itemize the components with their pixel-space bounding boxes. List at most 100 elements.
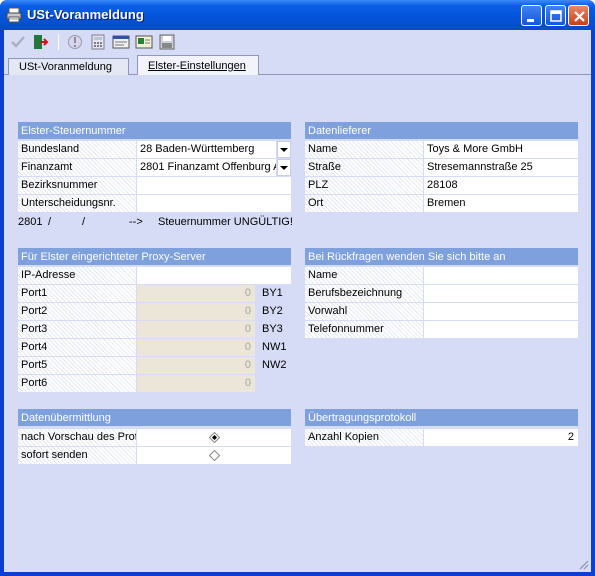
chevron-down-icon [280, 166, 288, 170]
port2-input: 0 [137, 303, 255, 320]
port2-label: Port2 [18, 303, 136, 320]
lieferer-name-label: Name [305, 141, 423, 158]
vorwahl-label: Vorwahl [305, 303, 423, 320]
port4-input: 0 [137, 339, 255, 356]
finanzamt-row: Finanzamt 2801 Finanzamt Offenburg Außen… [18, 159, 291, 177]
bundesland-row: Bundesland 28 Baden-Württemberg [18, 141, 291, 159]
bezirksnummer-input[interactable] [137, 177, 291, 194]
port3-input: 0 [137, 321, 255, 338]
vorwahl-input[interactable] [424, 303, 578, 320]
tab-label: USt-Voranmeldung [19, 61, 112, 73]
tab-bar: USt-Voranmeldung Elster-Einstellungen [4, 55, 591, 76]
lieferer-name-row: Name Toys & More GmbH [305, 141, 578, 159]
port6-input: 0 [137, 375, 255, 392]
toolbar [4, 30, 591, 54]
resize-grip-icon[interactable] [577, 558, 589, 570]
steuernummer-status: Steuernummer UNGÜLTIG! [158, 216, 293, 228]
port3-code: BY3 [262, 323, 283, 335]
close-button[interactable] [568, 5, 589, 26]
ip-adresse-input[interactable] [137, 267, 291, 284]
maximize-icon [550, 10, 562, 22]
lieferer-plz-label: PLZ [305, 177, 423, 194]
maximize-button[interactable] [545, 5, 566, 26]
checkmark-icon[interactable] [9, 33, 27, 51]
bundesland-label: Bundesland [18, 141, 136, 158]
kopien-label: Anzahl Kopien [305, 429, 423, 446]
port-row: Port4 0 NW1 [18, 339, 291, 357]
option-sofort-row: sofort senden [18, 447, 291, 465]
close-icon [574, 11, 585, 22]
lieferer-ort-label: Ort [305, 195, 423, 212]
berufsbezeichnung-input[interactable] [424, 285, 578, 302]
tab-label: Elster-Einstellungen [148, 60, 246, 72]
unterscheidungsnr-label: Unterscheidungsnr. [18, 195, 136, 212]
minimize-button[interactable] [521, 5, 542, 26]
kopien-row: Anzahl Kopien 2 [305, 429, 578, 447]
port-row: Port3 0 BY3 [18, 321, 291, 339]
finanzamt-dropdown-button[interactable] [277, 159, 291, 176]
steuernummer-part3: / [82, 216, 86, 228]
radio-unselected-icon[interactable] [209, 450, 220, 461]
port-row: Port2 0 BY2 [18, 303, 291, 321]
toolbar-separator [58, 34, 59, 50]
section-header-proxy: Für Elster eingerichteter Proxy-Server [18, 248, 291, 265]
ip-adresse-label: IP-Adresse [18, 267, 136, 284]
port-row: Port5 0 NW2 [18, 357, 291, 375]
bezirksnummer-label: Bezirksnummer [18, 177, 136, 194]
minimize-icon [527, 19, 534, 22]
steuernummer-arrow: --> [129, 216, 143, 228]
telefonnummer-label: Telefonnummer [305, 321, 423, 338]
printer-icon [6, 7, 22, 23]
port2-code: BY2 [262, 305, 283, 317]
option-sofort-label: sofort senden [18, 447, 136, 464]
form-icon[interactable] [112, 33, 130, 51]
unterscheidungsnr-input[interactable] [137, 195, 291, 212]
window-title: USt-Voranmeldung [27, 7, 144, 22]
bundesland-select[interactable]: 28 Baden-Württemberg [137, 141, 276, 158]
client-area: USt-Voranmeldung Elster-Einstellungen El… [4, 30, 591, 572]
info-icon[interactable] [66, 33, 84, 51]
elster-settings-panel: Elster-Steuernummer Bundesland 28 Baden-… [4, 75, 591, 572]
kopien-input[interactable]: 2 [424, 429, 578, 446]
kontakt-name-input[interactable] [424, 267, 578, 284]
port5-input: 0 [137, 357, 255, 374]
lieferer-strasse-input[interactable]: Stresemannstraße 25 [424, 159, 578, 176]
tab-elster-einstellungen[interactable]: Elster-Einstellungen [137, 55, 259, 76]
tab-ust-voranmeldung[interactable]: USt-Voranmeldung [8, 58, 129, 75]
finanzamt-label: Finanzamt [18, 159, 136, 176]
lieferer-ort-input[interactable]: Bremen [424, 195, 578, 212]
port4-label: Port4 [18, 339, 136, 356]
port4-code: NW1 [262, 341, 287, 353]
lieferer-plz-input[interactable]: 28108 [424, 177, 578, 194]
exit-icon[interactable] [31, 33, 49, 51]
lieferer-strasse-label: Straße [305, 159, 423, 176]
port5-label: Port5 [18, 357, 136, 374]
option-vorschau-cell[interactable] [137, 429, 291, 446]
bundesland-dropdown-button[interactable] [277, 141, 291, 158]
port1-code: BY1 [262, 287, 283, 299]
kontakt-name-row: Name [305, 267, 578, 285]
option-sofort-cell[interactable] [137, 447, 291, 464]
calculator-icon[interactable] [89, 33, 107, 51]
port1-label: Port1 [18, 285, 136, 302]
section-header-steuernummer: Elster-Steuernummer [18, 122, 291, 139]
radio-selected-icon[interactable] [209, 432, 220, 443]
port5-code: NW2 [262, 359, 287, 371]
kontakt-name-label: Name [305, 267, 423, 284]
ip-adresse-row: IP-Adresse [18, 267, 291, 285]
berufsbezeichnung-label: Berufsbezeichnung [305, 285, 423, 302]
chevron-down-icon [280, 148, 288, 152]
unterscheidungsnr-row: Unterscheidungsnr. [18, 195, 291, 213]
steuernummer-part1: 2801 [18, 216, 43, 228]
section-header-rueckfragen: Bei Rückfragen wenden Sie sich bitte an [305, 248, 578, 265]
lieferer-name-input[interactable]: Toys & More GmbH [424, 141, 578, 158]
berufsbezeichnung-row: Berufsbezeichnung [305, 285, 578, 303]
title-bar[interactable]: USt-Voranmeldung [0, 0, 595, 30]
export-icon[interactable] [135, 33, 153, 51]
telefonnummer-input[interactable] [424, 321, 578, 338]
section-header-datenlieferer: Datenlieferer [305, 122, 578, 139]
finanzamt-select[interactable]: 2801 Finanzamt Offenburg Außens [137, 159, 276, 176]
save-icon[interactable] [158, 33, 176, 51]
lieferer-strasse-row: Straße Stresemannstraße 25 [305, 159, 578, 177]
steuernummer-part2: / [48, 216, 52, 228]
